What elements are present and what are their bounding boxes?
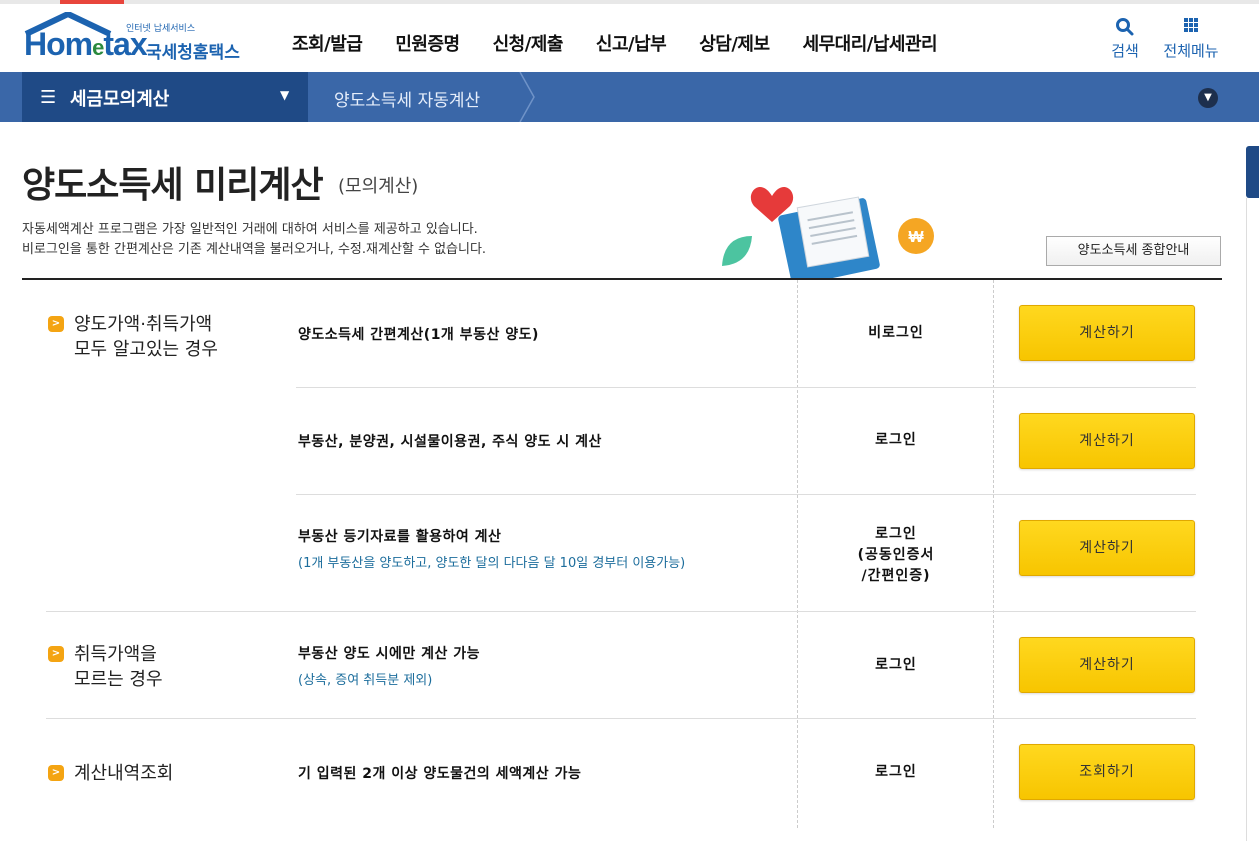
nav-item-tax-agent[interactable]: 세무대리/납세관리 [803,30,938,56]
category-history: > 계산내역조회 [48,761,174,786]
service-title: 부동산 등기자료를 활용하여 계산 [298,529,502,545]
category-line-1: 취득가액을 [74,644,157,665]
search-button[interactable]: 검색 [1108,16,1142,61]
chevron-down-icon[interactable]: ▼ [1198,88,1218,108]
grid-menu-icon [1184,18,1198,32]
desc-line-1: 자동세액계산 프로그램은 가장 일반적인 거래에 대하여 서비스를 제공하고 있… [22,222,478,237]
nav-item-certificates[interactable]: 민원증명 [395,30,460,56]
search-label: 검색 [1111,42,1139,60]
chevron-right-icon: > [48,316,64,332]
row-divider [296,494,1196,495]
logo-brand: Hometax [24,26,148,62]
calculate-button[interactable]: 계산하기 [1019,305,1195,361]
login-requirement: 로그인 [875,657,917,673]
side-panel-edge [1246,198,1259,841]
group-divider [46,718,1196,719]
logo-name: 국세청홈택스 [146,43,240,63]
nav-item-inquiry[interactable]: 조회/발급 [292,30,363,56]
section-dropdown[interactable]: ☰ 세금모의계산 ▼ [22,72,308,122]
nav-item-apply[interactable]: 신청/제출 [493,30,564,56]
all-menu-button[interactable]: 전체메뉴 [1160,16,1222,61]
service-note: (상속, 증여 취득분 제외) [298,673,433,688]
svg-text:₩: ₩ [908,229,924,246]
row-divider [296,387,1196,388]
breadcrumb-current[interactable]: 양도소득세 자동계산 [334,86,480,111]
page-title-sub: (모의계산) [338,176,419,197]
service-title: 부동산, 분양권, 시설물이용권, 주식 양도 시 계산 [298,434,602,450]
chevron-right-icon: > [48,646,64,662]
calculate-button[interactable]: 계산하기 [1019,637,1195,693]
hometax-logo[interactable]: 인터넷 납세서비스 Hometax 국세청홈택스 [22,12,252,64]
service-title: 부동산 양도 시에만 계산 가능 [298,646,481,662]
service-title: 양도소득세 간편계산(1개 부동산 양도) [298,327,539,343]
nav-item-report-pay[interactable]: 신고/납부 [596,30,667,56]
decorative-illustration: ₩ [722,187,934,278]
title-divider [22,278,1222,280]
inquiry-button[interactable]: 조회하기 [1019,744,1195,800]
login-requirement: 로그인 [875,432,917,448]
breadcrumb-separator-icon [519,72,535,122]
calculate-button[interactable]: 계산하기 [1019,520,1195,576]
section-label: 세금모의계산 [70,89,170,110]
sub-nav-bar: ☰ 세금모의계산 ▼ 양도소득세 자동계산 ▼ [0,72,1259,122]
all-menu-label: 전체메뉴 [1163,42,1219,60]
nav-item-consult[interactable]: 상담/제보 [699,30,770,56]
hamburger-icon: ☰ [40,87,57,108]
chevron-right-icon: > [48,765,64,781]
login-requirement: 로그인 (공동인증서 /간편인증) [857,526,935,584]
group-divider [46,611,1196,612]
page-description: 자동세액계산 프로그램은 가장 일반적인 거래에 대하여 서비스를 제공하고 있… [22,220,486,260]
login-requirement: 비로그인 [868,325,924,341]
desc-line-2: 비로그인을 통한 간편계산은 기존 계산내역을 불러오거나, 수정.재계산할 수… [22,242,487,257]
category-line-2: 모두 알고있는 경우 [74,339,218,360]
category-line-1: 계산내역조회 [74,763,174,784]
calculate-button[interactable]: 계산하기 [1019,413,1195,469]
login-requirement: 로그인 [875,764,917,780]
side-scroll-tab[interactable] [1246,146,1259,198]
category-known-prices: > 양도가액·취득가액 모두 알고있는 경우 [48,312,218,362]
service-note: (1개 부동산을 양도하고, 양도한 달의 다다음 달 10일 경부터 이용가능… [298,556,686,571]
site-header: 인터넷 납세서비스 Hometax 국세청홈택스 조회/발급 민원증명 신청/제… [0,4,1259,72]
service-title: 기 입력된 2개 이상 양도물건의 세액계산 가능 [298,766,582,782]
search-icon [1116,18,1134,36]
caret-down-icon: ▼ [280,88,290,102]
page-title: 양도소득세 미리계산 [22,165,324,206]
category-line-1: 양도가액·취득가액 [74,314,213,335]
category-unknown-acquisition: > 취득가액을 모르는 경우 [48,642,163,692]
category-line-2: 모르는 경우 [74,669,163,690]
transfer-tax-guide-button[interactable]: 양도소득세 종합안내 [1046,236,1221,266]
main-nav: 조회/발급 민원증명 신청/제출 신고/납부 상담/제보 세무대리/납세관리 [292,30,970,56]
